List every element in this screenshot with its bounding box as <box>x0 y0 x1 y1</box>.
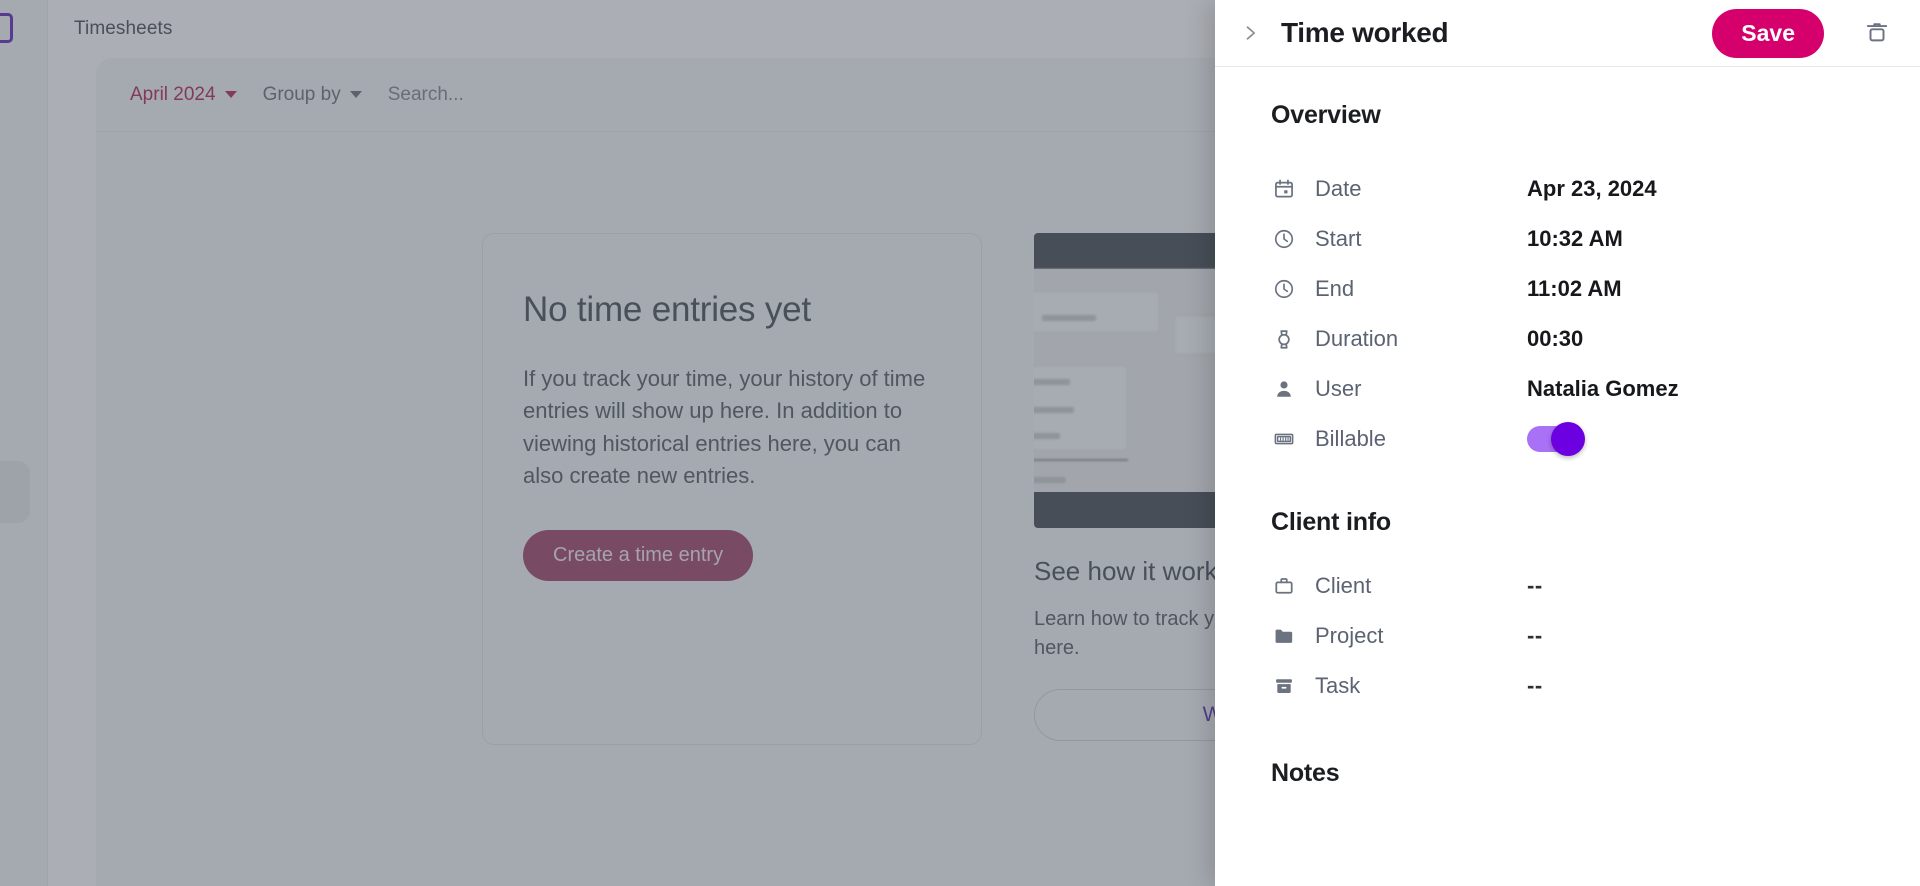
rail-item-placeholder[interactable] <box>0 461 30 523</box>
field-value-task: -- <box>1527 673 1543 698</box>
group-by-filter[interactable]: Group by <box>263 84 362 106</box>
field-label-project: Project <box>1315 623 1384 648</box>
billable-toggle[interactable] <box>1527 422 1585 456</box>
field-value-duration: 00:30 <box>1527 326 1584 351</box>
field-value-project: -- <box>1527 623 1543 648</box>
toggle-knob <box>1551 422 1585 456</box>
drawer-body: Overview Date Apr 23, 2024 Start 10:32 A… <box>1215 67 1920 886</box>
field-value-end: 11:02 AM <box>1527 276 1622 301</box>
field-label-task: Task <box>1315 673 1361 698</box>
chevron-down-icon <box>224 91 237 98</box>
field-row-user[interactable]: User Natalia Gomez <box>1271 364 1880 414</box>
field-row-end[interactable]: End 11:02 AM <box>1271 264 1880 314</box>
field-row-billable[interactable]: Billable <box>1271 414 1880 464</box>
field-label-duration: Duration <box>1315 326 1399 351</box>
field-row-task[interactable]: Task -- <box>1271 661 1880 711</box>
field-row-date[interactable]: Date Apr 23, 2024 <box>1271 164 1880 214</box>
chevron-right-icon[interactable] <box>1237 20 1263 46</box>
group-by-label: Group by <box>262 83 341 105</box>
field-row-duration[interactable]: Duration 00:30 <box>1271 314 1880 364</box>
trash-icon[interactable] <box>1864 19 1892 47</box>
money-icon <box>1271 428 1297 450</box>
search-input[interactable]: Search... <box>388 84 464 106</box>
clock-icon <box>1271 278 1297 300</box>
client-info-heading: Client info <box>1271 508 1392 536</box>
field-value-date: Apr 23, 2024 <box>1527 176 1657 201</box>
clock-icon <box>1271 228 1297 250</box>
icon-rail <box>0 0 48 886</box>
notes-heading: Notes <box>1271 759 1340 787</box>
empty-state-title: No time entries yet <box>523 290 811 329</box>
archive-icon <box>1271 675 1297 697</box>
overview-heading: Overview <box>1271 101 1381 129</box>
save-button[interactable]: Save <box>1712 8 1824 58</box>
chevron-down-icon <box>349 91 362 98</box>
stopwatch-icon <box>1271 328 1297 350</box>
field-label-start: Start <box>1315 226 1362 251</box>
field-label-end: End <box>1315 276 1355 301</box>
month-filter-label: April 2024 <box>130 83 216 105</box>
empty-state-body: If you track your time, your history of … <box>523 366 926 488</box>
field-label-user: User <box>1315 376 1362 401</box>
field-label-client: Client <box>1315 573 1372 598</box>
field-value-start: 10:32 AM <box>1527 226 1623 251</box>
person-icon <box>1271 378 1297 400</box>
field-label-date: Date <box>1315 176 1362 201</box>
field-row-start[interactable]: Start 10:32 AM <box>1271 214 1880 264</box>
calendar-icon <box>1271 178 1297 200</box>
field-label-billable: Billable <box>1315 426 1386 451</box>
field-row-client[interactable]: Client -- <box>1271 561 1880 611</box>
field-row-project[interactable]: Project -- <box>1271 611 1880 661</box>
month-filter[interactable]: April 2024 <box>130 84 237 106</box>
briefcase-icon <box>1271 575 1297 597</box>
field-value-client: -- <box>1527 573 1543 598</box>
empty-state-card: No time entries yet If you track your ti… <box>482 233 982 745</box>
drawer-title: Time worked <box>1281 17 1449 48</box>
page-title: Timesheets <box>74 18 173 39</box>
create-time-entry-button[interactable]: Create a time entry <box>523 530 754 582</box>
app-logo-icon[interactable] <box>0 13 13 43</box>
drawer-header: Time worked Save <box>1215 0 1920 67</box>
time-worked-drawer: Time worked Save Overview Date Apr 23, 2… <box>1215 0 1920 886</box>
field-value-user: Natalia Gomez <box>1527 376 1679 401</box>
folder-icon <box>1271 625 1297 647</box>
